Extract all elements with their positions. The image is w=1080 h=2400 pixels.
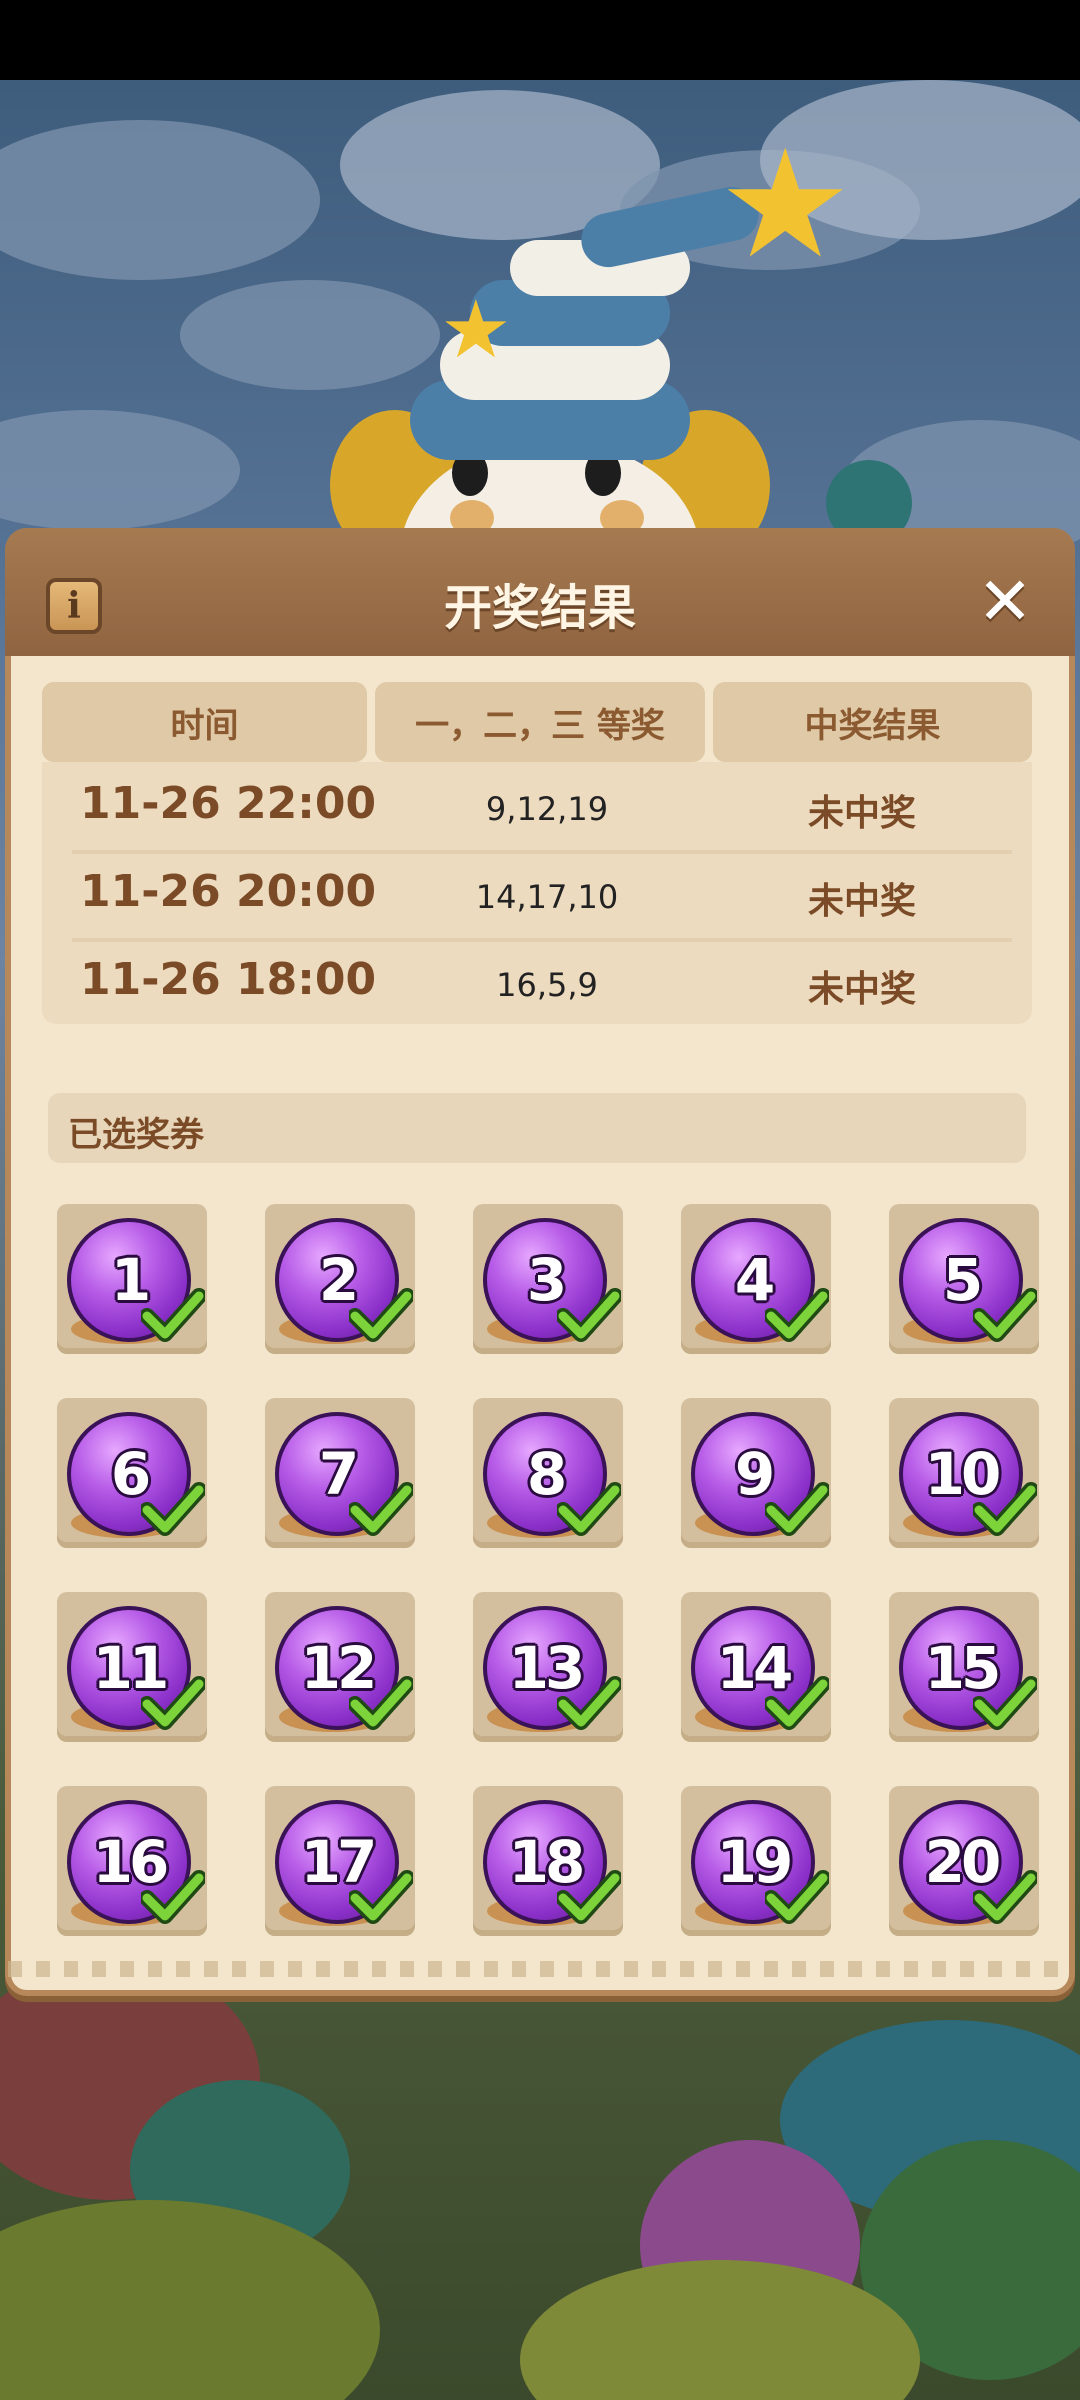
checkmark-icon <box>141 1482 205 1536</box>
row-winning-numbers: 9,12,19 <box>485 790 609 828</box>
dialog-header: i 开奖结果 ✕ <box>5 528 1075 656</box>
ticket-tile[interactable]: 13 <box>473 1592 623 1742</box>
status-bar <box>0 0 1080 80</box>
checkmark-icon <box>349 1870 413 1924</box>
table-row: 11-26 18:00 16,5,9 未中奖 <box>42 938 1032 1026</box>
checkmark-icon <box>973 1676 1037 1730</box>
ticket-tile[interactable]: 14 <box>681 1592 831 1742</box>
checkmark-icon <box>557 1482 621 1536</box>
row-time: 11-26 20:00 <box>80 866 377 917</box>
ticket-tile[interactable]: 16 <box>57 1786 207 1936</box>
column-header-time: 时间 <box>42 682 367 762</box>
checkmark-icon <box>973 1870 1037 1924</box>
checkmark-icon <box>557 1288 621 1342</box>
row-result: 未中奖 <box>807 793 916 834</box>
ticket-tile[interactable]: 20 <box>889 1786 1039 1936</box>
checkmark-icon <box>973 1288 1037 1342</box>
ticket-tile[interactable]: 17 <box>265 1786 415 1936</box>
dialog-bottom-border <box>8 1961 1072 1977</box>
ticket-tile[interactable]: 9 <box>681 1398 831 1548</box>
ticket-tile[interactable]: 11 <box>57 1592 207 1742</box>
checkmark-icon <box>765 1288 829 1342</box>
selected-tickets-header: 已选奖券 <box>48 1093 1026 1163</box>
ticket-tile[interactable]: 12 <box>265 1592 415 1742</box>
row-time: 11-26 22:00 <box>80 778 377 829</box>
ticket-tile[interactable]: 2 <box>265 1204 415 1354</box>
ticket-tile[interactable]: 18 <box>473 1786 623 1936</box>
ticket-tile[interactable]: 8 <box>473 1398 623 1548</box>
checkmark-icon <box>765 1676 829 1730</box>
checkmark-icon <box>349 1288 413 1342</box>
checkmark-icon <box>141 1288 205 1342</box>
column-header-prizes: 一，二，三 等奖 <box>375 682 705 762</box>
row-result: 未中奖 <box>807 969 916 1010</box>
checkmark-icon <box>141 1870 205 1924</box>
checkmark-icon <box>973 1482 1037 1536</box>
ticket-tile[interactable]: 7 <box>265 1398 415 1548</box>
row-time: 11-26 18:00 <box>80 954 377 1005</box>
ticket-tile[interactable]: 3 <box>473 1204 623 1354</box>
ticket-tile[interactable]: 10 <box>889 1398 1039 1548</box>
table-row: 11-26 22:00 9,12,19 未中奖 <box>42 762 1032 850</box>
ticket-tile[interactable]: 15 <box>889 1592 1039 1742</box>
dialog-title: 开奖结果 <box>443 580 636 636</box>
table-row: 11-26 20:00 14,17,10 未中奖 <box>42 850 1032 938</box>
ticket-tile[interactable]: 19 <box>681 1786 831 1936</box>
ticket-tile[interactable]: 4 <box>681 1204 831 1354</box>
table-header: 时间 一，二，三 等奖 中奖结果 <box>42 682 1032 762</box>
ticket-tile[interactable]: 5 <box>889 1204 1039 1354</box>
column-header-result: 中奖结果 <box>713 682 1032 762</box>
ticket-tile[interactable]: 1 <box>57 1204 207 1354</box>
row-result: 未中奖 <box>807 881 916 922</box>
ticket-tile[interactable]: 6 <box>57 1398 207 1548</box>
close-icon[interactable]: ✕ <box>973 569 1037 635</box>
checkmark-icon <box>557 1870 621 1924</box>
selected-tickets-label: 已选奖券 <box>68 1115 204 1155</box>
checkmark-icon <box>141 1676 205 1730</box>
row-winning-numbers: 14,17,10 <box>475 878 619 916</box>
checkmark-icon <box>349 1676 413 1730</box>
checkmark-icon <box>765 1482 829 1536</box>
checkmark-icon <box>557 1676 621 1730</box>
checkmark-icon <box>349 1482 413 1536</box>
checkmark-icon <box>765 1870 829 1924</box>
row-winning-numbers: 16,5,9 <box>496 966 598 1004</box>
table-body: 11-26 22:00 9,12,19 未中奖 11-26 20:00 14,1… <box>42 762 1032 1024</box>
